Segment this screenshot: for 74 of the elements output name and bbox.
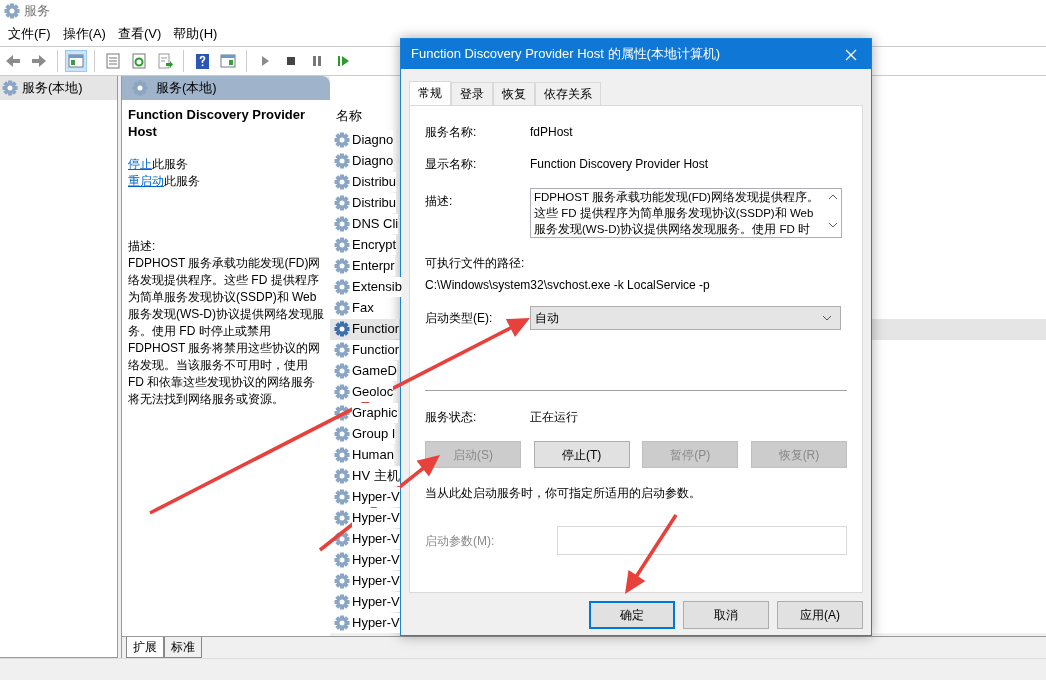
gear-icon (334, 468, 350, 484)
export-icon (156, 52, 174, 70)
dialog-title: Function Discovery Provider Host 的属性(本地计算机) (411, 45, 721, 64)
dialog-tab[interactable]: 依存关系 (535, 82, 601, 105)
tree-item[interactable]: 服务(本地) (0, 76, 117, 100)
gear-icon (334, 552, 350, 568)
action-text: 重启动此服务 (128, 173, 201, 190)
status-text: 正在运行 (530, 409, 578, 426)
chevron-icon (822, 315, 832, 321)
back-icon (4, 52, 22, 70)
gear-icon (334, 321, 350, 337)
action-text: 停止此服务 (128, 156, 189, 173)
gear-icon (334, 132, 350, 148)
gear-icon (334, 384, 350, 400)
gear-icon (132, 80, 148, 96)
gear-icon (334, 300, 350, 316)
service-name: Function Discovery Provider Host (128, 106, 306, 140)
field-label: 描述: (425, 193, 454, 210)
refresh-icon (130, 52, 148, 70)
description-text: FDPHOST 服务承载功能发现(FD)网络发现提供程序。这些 FD 提供程序为简单服务发现协议(SSDP)和 Web 服务发现(WS-D)协议提供网络发现服务。使用 FD 时 (534, 191, 819, 235)
note-text: 当从此处启动服务时，你可指定所适用的启动参数。 (425, 485, 702, 502)
gear-icon (4, 3, 20, 19)
console-tree-icon (67, 52, 85, 70)
help-icon (193, 52, 211, 70)
description-box[interactable]: FDPHOST 服务承载功能发现(FD)网络发现提供程序。这些 FD 提供程序为简单服务发现协议(SSDP)和 Web 服务发现(WS-D)协议提供网络发现服务。使用 FD 时 (530, 188, 842, 238)
field-label: 可执行文件的路径: (425, 255, 526, 272)
startup-type-dropdown[interactable]: 自动 (530, 306, 841, 330)
dialog-tab[interactable]: 登录 (451, 82, 493, 105)
gear-icon (334, 573, 350, 589)
view-icon (219, 52, 237, 70)
window-title: 服务 (24, 2, 50, 21)
dialog-button[interactable]: 应用(A) (777, 601, 863, 629)
field-label: 服务名称: (425, 124, 478, 141)
action-link[interactable]: 重启动 (128, 174, 164, 188)
view-tab[interactable]: 标准 (164, 637, 202, 658)
gear-icon (334, 237, 350, 253)
panel-title: 服务(本地) (156, 79, 217, 98)
menu-item[interactable]: 查看(V) (111, 22, 168, 46)
gear-icon (334, 279, 350, 295)
dialog-button[interactable]: 确定 (589, 601, 675, 629)
properties-icon (104, 52, 122, 70)
menu-item[interactable]: 操作(A) (56, 22, 112, 46)
gear-icon (334, 447, 350, 463)
field-label: 启动类型(E): (425, 310, 494, 327)
view-tab[interactable]: 扩展 (126, 637, 164, 658)
path-text: C:\Windows\system32\svchost.exe -k LocalService -p (425, 277, 711, 294)
description-text: FDPHOST 服务承载功能发现(FD)网络发现提供程序。这些 FD 提供程序为简单服务发现协议(SSDP)和 Web 服务发现(WS-D)协议提供网络发现服务。使用 FD 时停止或禁用 FDPHOST 服务将禁用这些协议的网络发现。当该服务不可用时，使用 FD 和依靠这些发现协议的网络服务将无法找到网络服务或资源。 (128, 255, 324, 408)
gear-icon (334, 174, 350, 190)
action-link[interactable]: 停止 (128, 157, 152, 171)
gear-icon (334, 426, 350, 442)
field-label: 启动参数(M): (425, 532, 495, 550)
dialog-tab[interactable]: 常规 (409, 81, 451, 105)
gear-icon (334, 195, 350, 211)
dialog-button[interactable]: 取消 (683, 601, 769, 629)
console-tree-button[interactable] (65, 50, 87, 72)
gear-icon (334, 594, 350, 610)
field-value: Function Discovery Provider Host (530, 156, 709, 173)
dialog-tab[interactable]: 恢复 (493, 82, 535, 105)
forward-icon (30, 52, 48, 70)
field-value: fdPHost (530, 124, 573, 141)
field-label: 显示名称: (425, 156, 478, 173)
gear-icon (334, 153, 350, 169)
gear-icon (334, 363, 350, 379)
gear-icon (334, 342, 350, 358)
menu-item[interactable]: 帮助(H) (167, 22, 224, 46)
description-label: 描述: (128, 238, 157, 255)
gear-icon (2, 79, 18, 96)
field-label: 服务状态: (425, 409, 478, 426)
gear-icon (334, 258, 350, 274)
gear-icon (334, 510, 350, 526)
menu-item[interactable]: 文件(F) (2, 22, 57, 46)
gear-icon (334, 216, 350, 232)
service-button[interactable]: 停止(T) (533, 441, 630, 468)
gear-icon (334, 489, 350, 505)
